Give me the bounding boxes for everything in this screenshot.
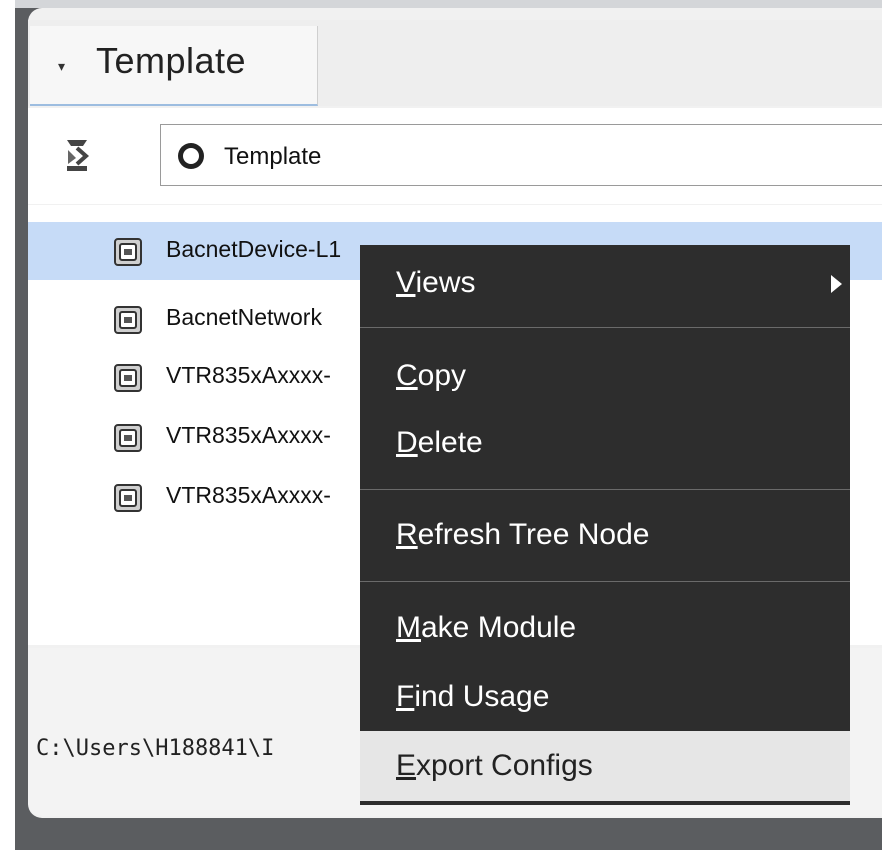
path-label: Template [224,143,322,170]
menu-label: elete [417,426,483,459]
menu-label: efresh Tree Node [417,518,650,551]
menu-item-delete[interactable]: Delete [360,413,850,473]
menu-mnemonic: F [396,680,415,713]
menu-mnemonic: M [396,611,421,644]
menu-separator [360,581,850,582]
template-file-icon [114,306,142,334]
template-file-icon [114,424,142,452]
tree-row-label: VTR835xAxxxx- [166,422,331,448]
menu-item-views[interactable]: Views [360,253,850,313]
menu-mnemonic: R [396,518,418,551]
tab-template[interactable]: ▾ Template [30,26,318,106]
menu-mnemonic: D [396,426,418,459]
context-menu: Views Copy Delete Refresh Tree Node Make… [360,245,850,805]
menu-label: iews [415,266,476,299]
folder-circle-icon [178,143,204,169]
menu-item-refresh-tree-node[interactable]: Refresh Tree Node [360,505,850,565]
menu-label: opy [417,359,467,392]
menu-item-find-usage[interactable]: Find Usage [360,667,850,727]
console-text: C:\Users\H188841\I [36,736,275,761]
sync-icon[interactable] [64,136,90,172]
menu-label: ake Module [421,611,577,644]
menu-mnemonic: C [396,359,418,392]
top-strip [15,0,882,8]
menu-mnemonic: V [396,266,416,299]
template-file-icon [114,238,142,266]
menu-item-export-configs[interactable]: Export Configs [360,731,850,801]
menu-label: xport Configs [416,749,593,782]
menu-separator [360,327,850,328]
tree-row-label: BacnetNetwork [166,304,322,330]
menu-item-make-module[interactable]: Make Module [360,598,850,658]
menu-label: ind Usage [414,680,550,713]
menu-item-copy[interactable]: Copy [360,346,850,406]
tree-row-label: VTR835xAxxxx- [166,362,331,388]
tree-row-label: BacnetDevice-L1 [166,236,342,262]
template-file-icon [114,364,142,392]
template-file-icon [114,484,142,512]
menu-separator [360,489,850,490]
menu-mnemonic: E [396,749,417,782]
collapse-caret-icon[interactable]: ▾ [58,58,65,75]
tree-row-label: VTR835xAxxxx- [166,482,331,508]
submenu-arrow-icon [831,275,842,293]
tab-label: Template [96,40,247,81]
